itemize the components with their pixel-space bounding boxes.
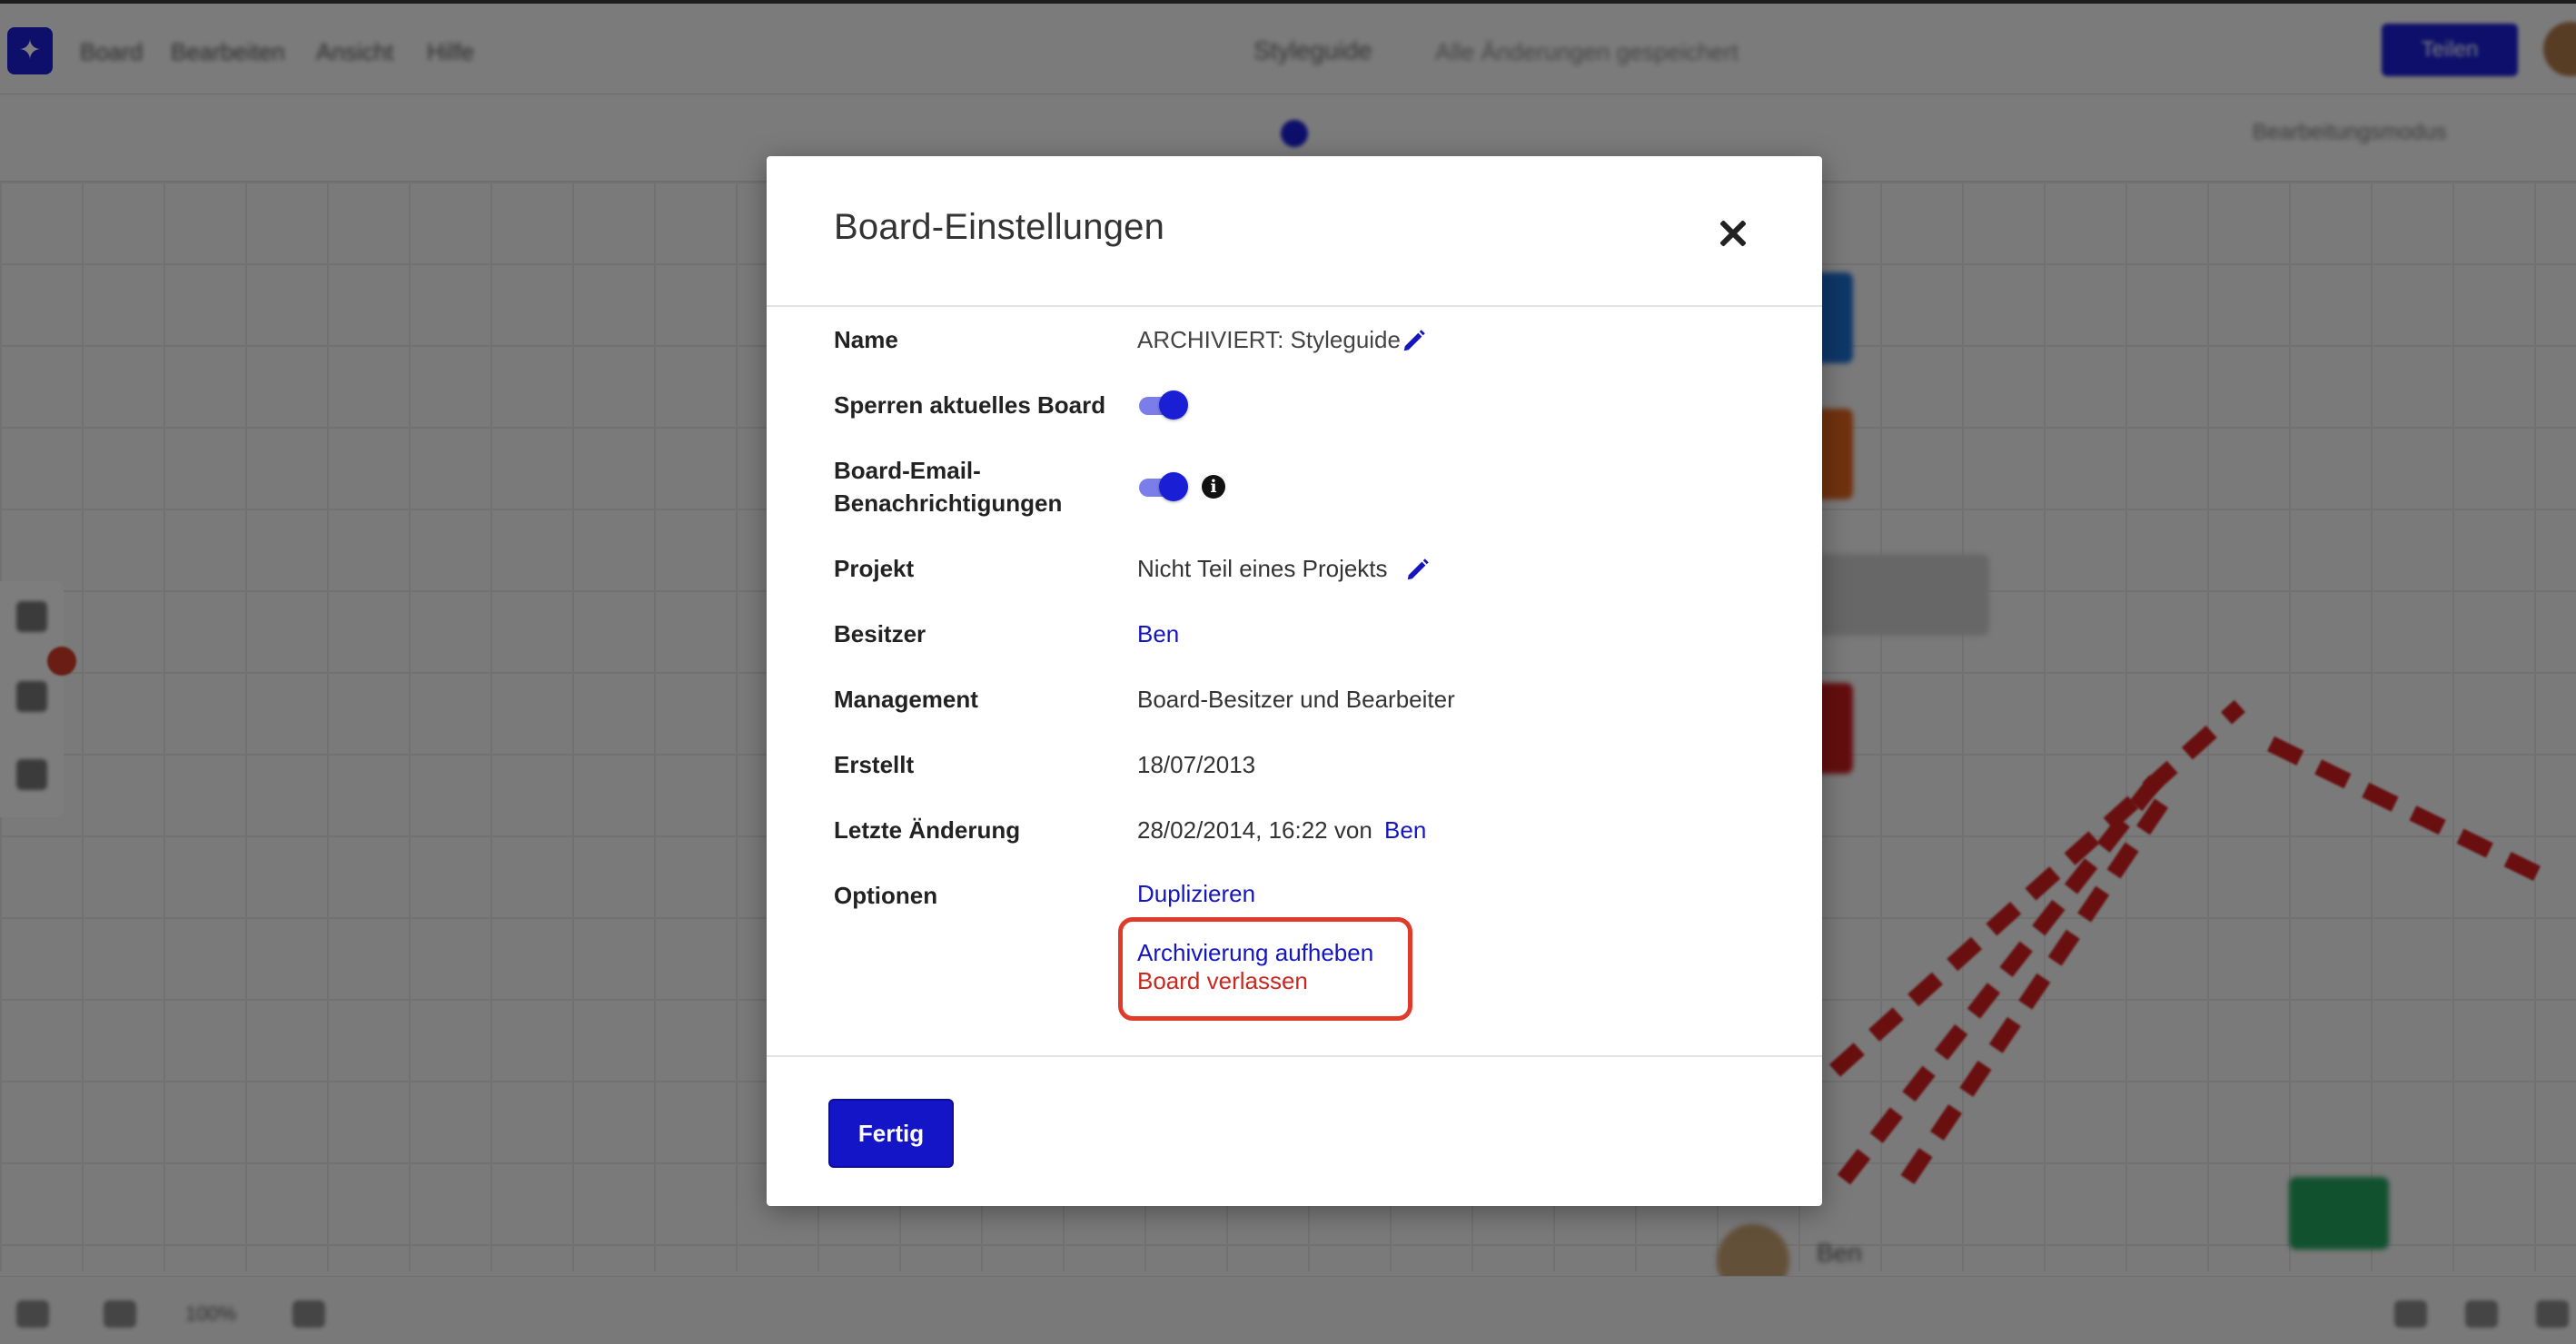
- last-modified-value: 28/02/2014, 16:22 von Ben: [1137, 816, 1427, 844]
- duplicate-link[interactable]: Duplizieren: [1137, 877, 1255, 910]
- dialog-header: Board-Einstellungen: [767, 156, 1822, 307]
- created-value: 18/07/2013: [1137, 751, 1256, 778]
- info-icon[interactable]: i: [1202, 475, 1225, 499]
- management-label: Management: [834, 686, 978, 713]
- pencil-icon[interactable]: [1404, 556, 1432, 583]
- management-value: Board-Besitzer und Bearbeiter: [1137, 686, 1455, 713]
- pencil-icon[interactable]: [1401, 327, 1428, 354]
- name-value: ARCHIVIERT: Styleguide: [1137, 326, 1401, 353]
- modified-by-link[interactable]: Ben: [1384, 816, 1426, 844]
- owner-link[interactable]: Ben: [1137, 618, 1179, 650]
- done-button[interactable]: Fertig: [828, 1099, 954, 1168]
- name-label: Name: [834, 326, 898, 353]
- email-notifications-label: Board-Email- Benachrichtigungen: [834, 457, 1063, 517]
- email-notifications-toggle[interactable]: [1137, 470, 1188, 503]
- highlight-annotation: [1118, 917, 1412, 1021]
- lock-board-toggle[interactable]: [1137, 389, 1188, 421]
- created-label: Erstellt: [834, 751, 915, 778]
- dialog-title: Board-Einstellungen: [834, 207, 1165, 247]
- lock-label: Sperren aktuelles Board: [834, 391, 1106, 419]
- owner-label: Besitzer: [834, 620, 926, 647]
- board-settings-dialog: Board-Einstellungen Name ARCHIVIERT: Sty…: [767, 156, 1822, 1206]
- last-modified-label: Letzte Änderung: [834, 816, 1021, 844]
- close-icon[interactable]: [1715, 216, 1751, 252]
- options-label: Optionen: [834, 882, 938, 909]
- dialog-footer: Fertig: [767, 1055, 1822, 1206]
- project-label: Projekt: [834, 555, 915, 582]
- project-value: Nicht Teil eines Projekts: [1137, 555, 1388, 582]
